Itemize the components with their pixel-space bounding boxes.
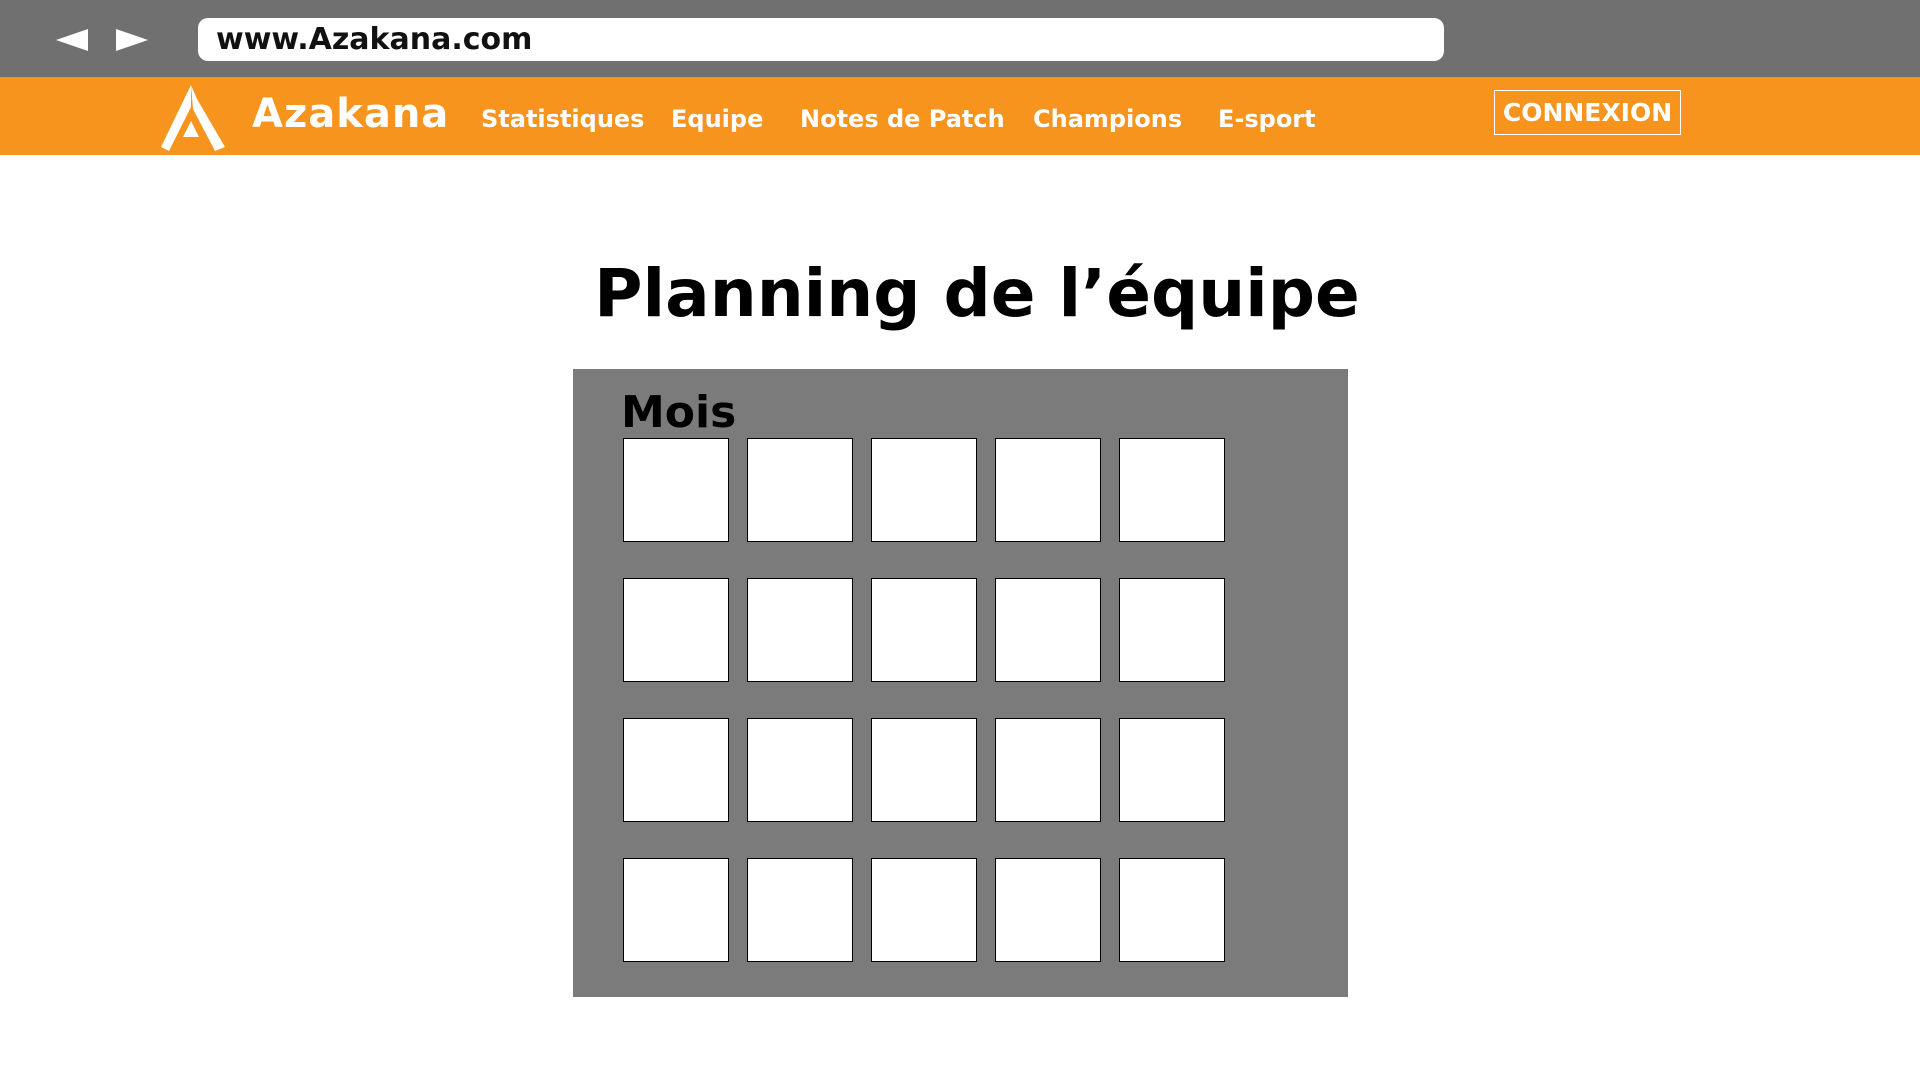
page-title: Planning de l’équipe <box>594 255 1360 332</box>
address-bar[interactable] <box>198 18 1444 61</box>
back-arrow-icon[interactable] <box>54 22 90 58</box>
day-cell[interactable] <box>1119 578 1225 682</box>
day-cell[interactable] <box>623 438 729 542</box>
day-cell[interactable] <box>1119 858 1225 962</box>
day-cell[interactable] <box>747 858 853 962</box>
nav-link-equipe[interactable]: Equipe <box>671 105 763 133</box>
nav-link-notes-de-patch[interactable]: Notes de Patch <box>800 105 1005 133</box>
day-cell[interactable] <box>747 438 853 542</box>
day-cell[interactable] <box>995 578 1101 682</box>
forward-arrow-icon[interactable] <box>114 22 150 58</box>
day-cell[interactable] <box>995 438 1101 542</box>
day-grid <box>623 438 1225 962</box>
day-cell[interactable] <box>871 718 977 822</box>
site-header: Azakana Statistiques Equipe Notes de Pat… <box>0 77 1920 155</box>
month-label: Mois <box>621 387 737 438</box>
day-cell[interactable] <box>995 858 1101 962</box>
day-cell[interactable] <box>623 718 729 822</box>
login-button[interactable]: CONNEXION <box>1494 90 1681 135</box>
day-cell[interactable] <box>747 718 853 822</box>
nav-link-statistiques[interactable]: Statistiques <box>481 105 644 133</box>
day-cell[interactable] <box>747 578 853 682</box>
brand-name[interactable]: Azakana <box>252 91 449 137</box>
day-cell[interactable] <box>1119 438 1225 542</box>
calendar-panel: Mois <box>573 369 1348 997</box>
nav-link-esport[interactable]: E-sport <box>1218 105 1316 133</box>
day-cell[interactable] <box>623 578 729 682</box>
nav-link-champions[interactable]: Champions <box>1033 105 1182 133</box>
day-cell[interactable] <box>1119 718 1225 822</box>
day-cell[interactable] <box>623 858 729 962</box>
day-cell[interactable] <box>871 578 977 682</box>
day-cell[interactable] <box>871 438 977 542</box>
azakana-logo-icon[interactable] <box>155 81 227 153</box>
browser-toolbar <box>0 0 1920 77</box>
day-cell[interactable] <box>871 858 977 962</box>
day-cell[interactable] <box>995 718 1101 822</box>
